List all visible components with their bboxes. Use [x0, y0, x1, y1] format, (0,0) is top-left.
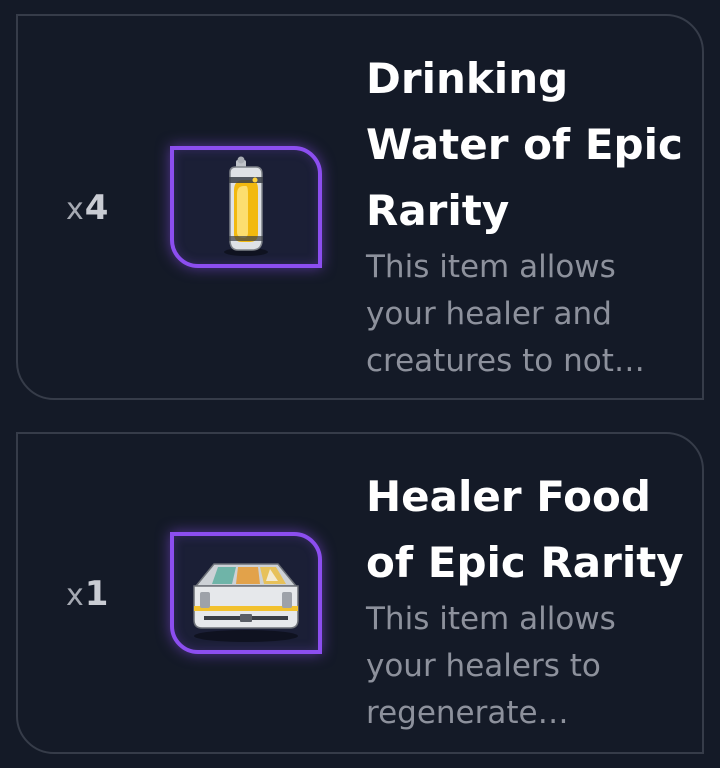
item-title: Drinking Water of Epic Rarity [366, 46, 686, 244]
item-text: Healer Food of Epic Rarity This item all… [366, 464, 686, 737]
item-description: This item allows your healer and creatur… [366, 244, 686, 385]
item-quantity: x1 [66, 574, 146, 614]
item-title-line: Rarity [366, 186, 510, 235]
quantity-value: 1 [84, 574, 110, 614]
item-card-healer-food[interactable]: x1 Healer Food of Epic Rarity This item … [16, 432, 704, 754]
quantity-prefix: x [66, 578, 85, 613]
item-description-line: your healer and [366, 296, 612, 332]
water-bottle-icon [224, 156, 268, 256]
inventory-list: x4 Drinking Water of Epic Rarity This it… [0, 0, 720, 768]
quantity-prefix: x [66, 192, 85, 227]
item-description-line: This item allows [366, 249, 616, 285]
item-card-drinking-water[interactable]: x4 Drinking Water of Epic Rarity This it… [16, 14, 704, 400]
item-thumbnail[interactable] [170, 146, 322, 268]
item-description-line: This item allows [366, 601, 616, 637]
food-crate-icon [193, 563, 299, 642]
item-title: Healer Food of Epic Rarity [366, 464, 686, 596]
item-title-line: of Epic Rarity [366, 538, 684, 587]
item-title-line: Healer Food [366, 472, 651, 521]
item-text: Drinking Water of Epic Rarity This item … [366, 46, 686, 385]
quantity-value: 4 [84, 188, 110, 228]
item-title-line: Water of Epic [366, 120, 683, 169]
item-description-line: creatures to not… [366, 343, 645, 379]
item-quantity: x4 [66, 188, 146, 228]
item-description-line: your healers to [366, 648, 601, 684]
item-description-line: regenerate… [366, 695, 569, 731]
item-title-line: Drinking [366, 54, 569, 103]
item-description: This item allows your healers to regener… [366, 596, 686, 737]
item-thumbnail[interactable] [170, 532, 322, 654]
